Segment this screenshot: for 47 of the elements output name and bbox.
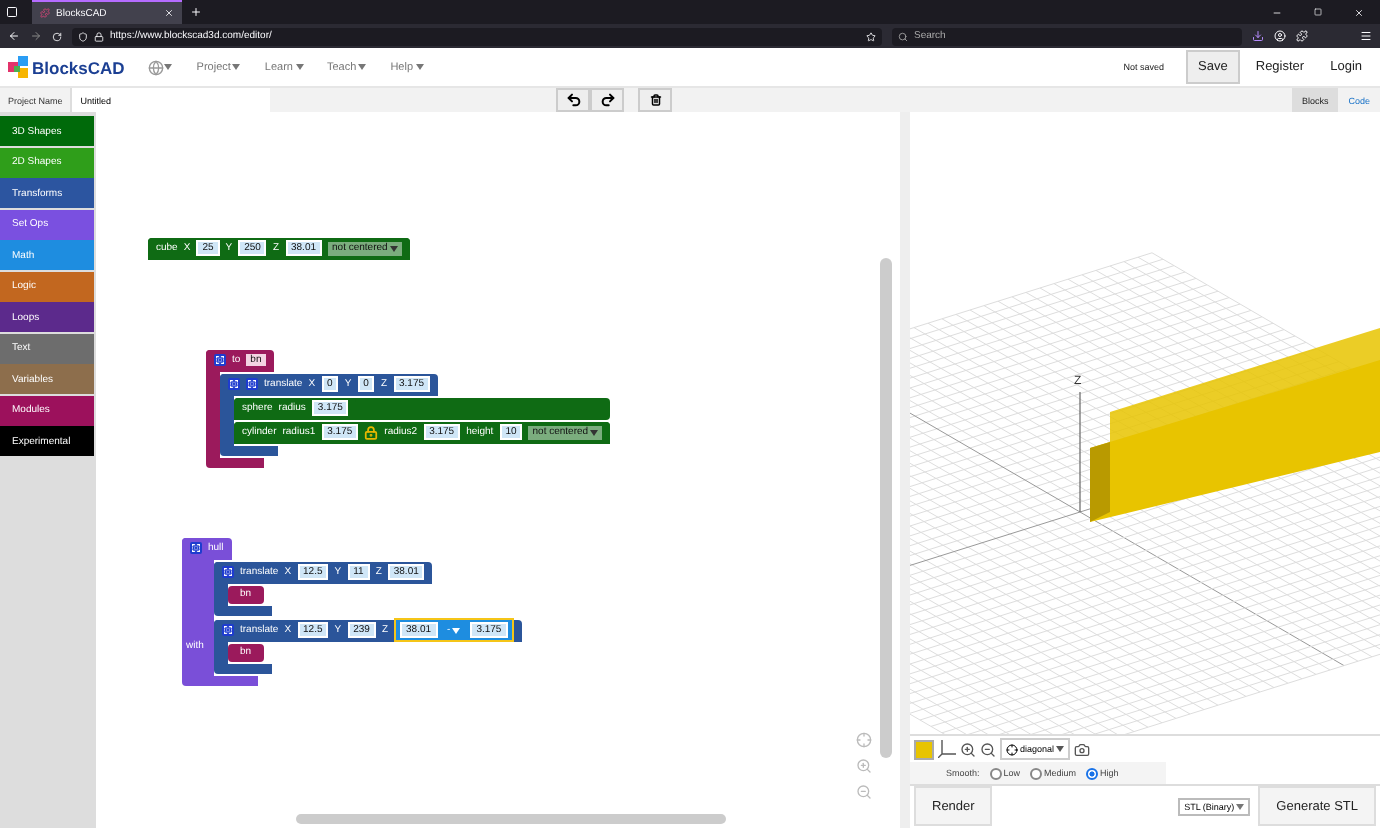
mutator-icon[interactable] [222, 624, 234, 636]
delete-button[interactable] [638, 88, 673, 112]
mutator-icon[interactable] [222, 566, 234, 578]
shield-icon [78, 31, 88, 41]
mutator-icon[interactable] [190, 542, 202, 554]
search-icon [898, 31, 908, 41]
lock-icon[interactable] [364, 425, 379, 439]
zoom-in-icon[interactable] [960, 741, 976, 758]
logo-icon [8, 55, 32, 79]
back-icon[interactable] [8, 30, 20, 42]
scrollbar[interactable] [880, 258, 892, 758]
caret-icon [1056, 746, 1065, 753]
color-swatch[interactable] [914, 739, 934, 760]
caret-icon [358, 64, 367, 70]
undo-button[interactable] [556, 88, 591, 112]
forward-icon[interactable] [30, 30, 42, 42]
trash-icon [649, 94, 662, 106]
camera-icon[interactable] [1074, 741, 1091, 758]
redo-button[interactable] [590, 88, 625, 112]
mutator-icon[interactable] [246, 378, 258, 390]
caret-icon [232, 64, 241, 70]
reload-icon[interactable] [52, 31, 62, 41]
caret-icon [1236, 803, 1245, 810]
menu-icon[interactable] [1360, 30, 1372, 42]
caret-icon [295, 64, 303, 70]
extensions-icon[interactable] [1296, 30, 1308, 42]
star-icon[interactable] [866, 31, 876, 41]
undo-icon [565, 92, 582, 108]
lock-icon [94, 31, 104, 41]
mutator-icon[interactable] [214, 354, 226, 366]
target-icon [1006, 743, 1018, 756]
account-icon[interactable] [1274, 30, 1286, 42]
caret-icon [452, 627, 461, 633]
logo-text: BlocksCAD [32, 57, 125, 77]
download-icon[interactable] [1252, 30, 1264, 42]
axes-icon[interactable] [938, 740, 956, 759]
caret-icon [164, 64, 173, 70]
favicon-icon [40, 8, 50, 18]
caret-icon [415, 64, 423, 70]
caret-icon [389, 245, 398, 251]
scrollbar[interactable] [296, 814, 726, 824]
redo-icon [599, 92, 616, 108]
mutator-icon[interactable] [228, 378, 240, 390]
language-icon[interactable] [148, 59, 173, 75]
zoom-out-icon[interactable] [980, 741, 996, 758]
caret-icon [590, 429, 599, 435]
z-axis-line [1079, 391, 1081, 513]
